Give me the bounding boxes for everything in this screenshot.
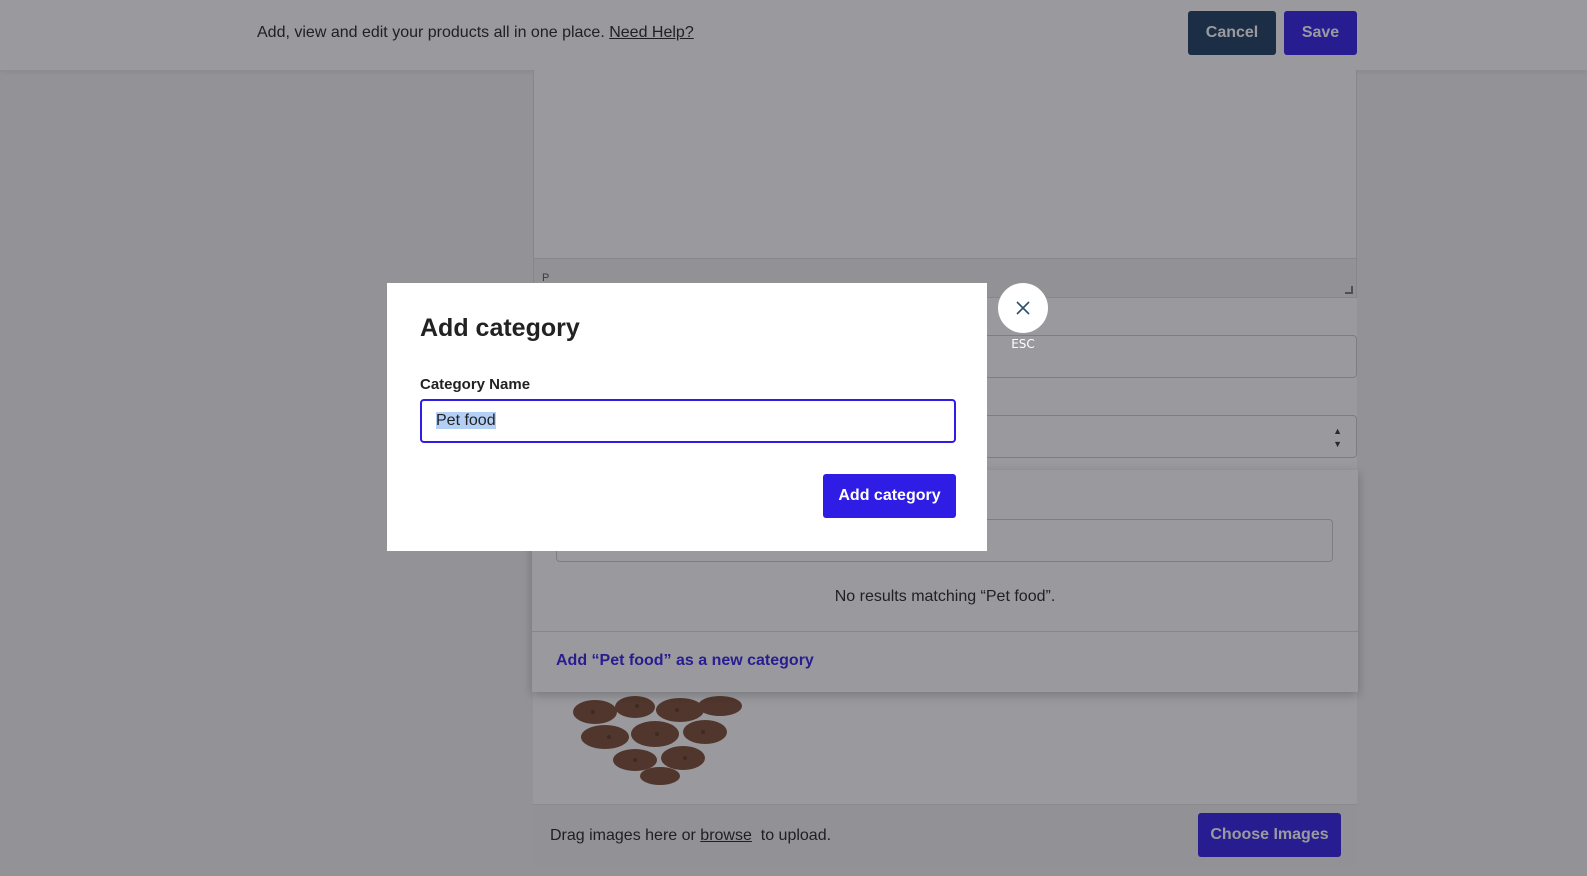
category-name-value: Pet food <box>436 412 496 429</box>
category-name-label: Category Name <box>420 376 531 393</box>
close-icon <box>1016 301 1030 315</box>
esc-label: ESC <box>1011 337 1035 351</box>
add-category-button[interactable]: Add category <box>823 474 956 518</box>
category-name-input[interactable]: Pet food <box>420 399 956 443</box>
add-category-modal: Add category Category Name Pet food Add … <box>387 283 987 551</box>
close-modal-button[interactable] <box>998 283 1048 333</box>
modal-title: Add category <box>420 314 580 342</box>
